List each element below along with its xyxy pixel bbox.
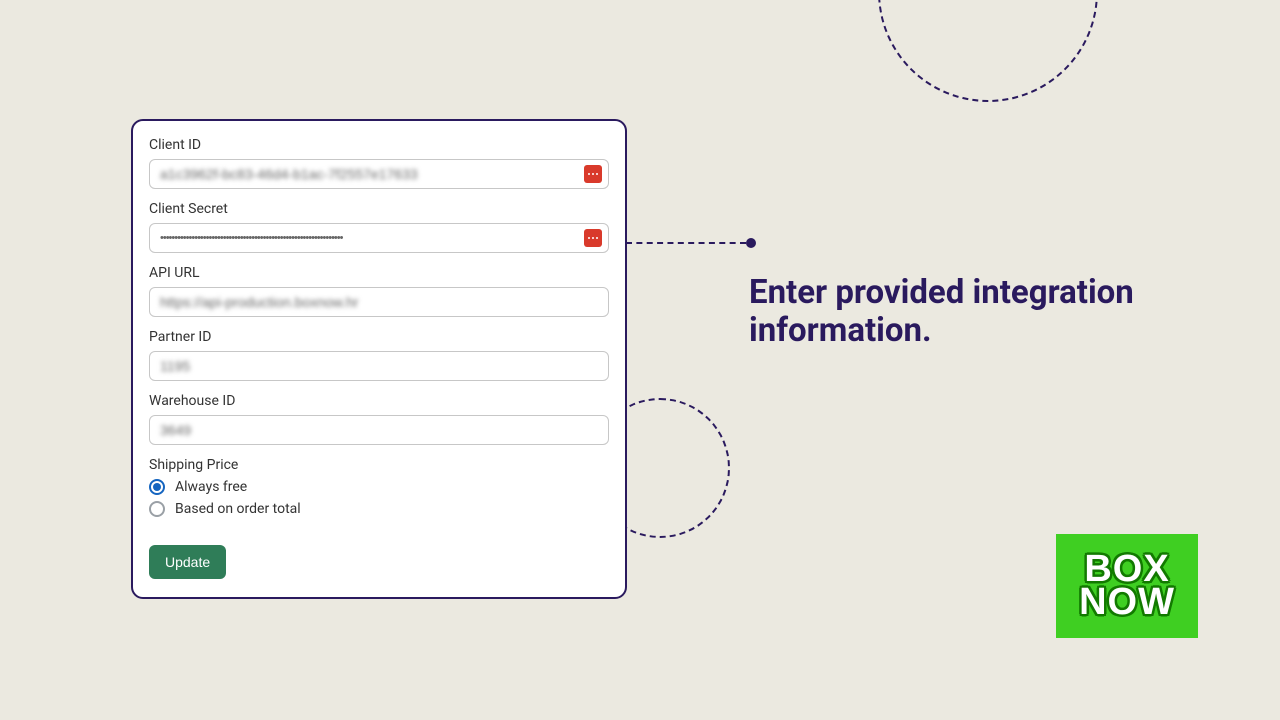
integration-form: Client ID Client Secret API URL Partner … bbox=[131, 119, 627, 599]
client-id-input[interactable] bbox=[150, 160, 608, 188]
client-secret-input[interactable] bbox=[150, 226, 608, 250]
connector-line bbox=[626, 242, 746, 244]
radio-icon bbox=[149, 501, 165, 517]
connector-dot bbox=[746, 238, 756, 248]
shipping-option-based-on-total[interactable]: Based on order total bbox=[149, 501, 609, 517]
api-url-label: API URL bbox=[149, 265, 609, 281]
password-manager-icon[interactable] bbox=[584, 229, 602, 247]
warehouse-id-input[interactable] bbox=[150, 416, 608, 444]
shipping-option-always-free[interactable]: Always free bbox=[149, 479, 609, 495]
partner-id-input[interactable] bbox=[150, 352, 608, 380]
client-secret-label: Client Secret bbox=[149, 201, 609, 217]
headline: Enter provided integration information. bbox=[749, 274, 1149, 350]
password-manager-icon[interactable] bbox=[584, 165, 602, 183]
logo-line2: NOW bbox=[1079, 586, 1175, 619]
radio-label: Based on order total bbox=[175, 501, 301, 517]
radio-icon bbox=[149, 479, 165, 495]
radio-label: Always free bbox=[175, 479, 247, 495]
update-button[interactable]: Update bbox=[149, 545, 226, 579]
client-id-label: Client ID bbox=[149, 137, 609, 153]
decorative-circle-top bbox=[878, 0, 1098, 102]
api-url-input[interactable] bbox=[150, 288, 608, 316]
shipping-price-label: Shipping Price bbox=[149, 457, 609, 473]
partner-id-label: Partner ID bbox=[149, 329, 609, 345]
boxnow-logo: BOX NOW bbox=[1056, 534, 1198, 638]
warehouse-id-label: Warehouse ID bbox=[149, 393, 609, 409]
